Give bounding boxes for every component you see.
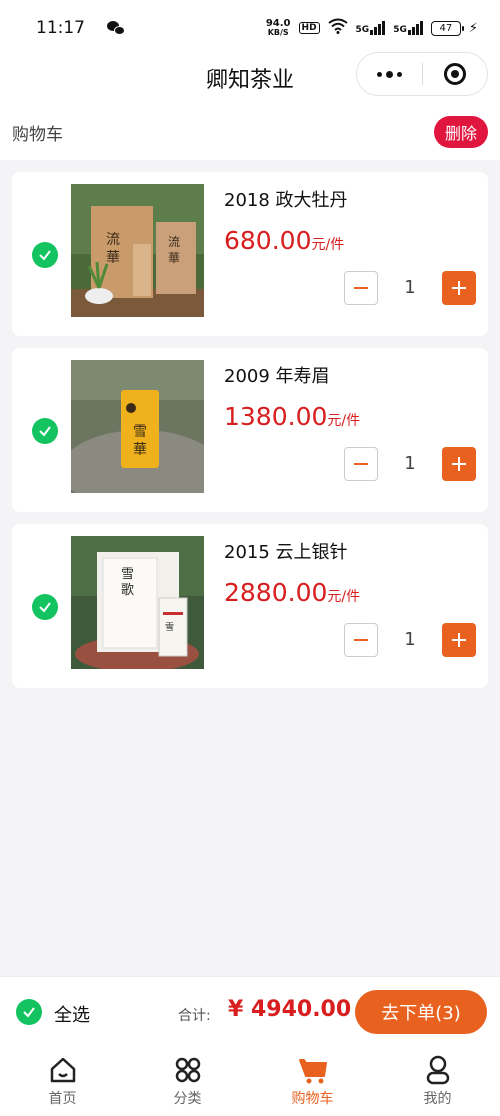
cart-item: 雪 歌 雪 2015 云上银针 2880.00元/件 1 — [12, 524, 488, 688]
product-name[interactable]: 2018 政大牡丹 — [224, 186, 348, 212]
cart-header: 购物车 删除 — [0, 104, 500, 160]
status-bar: 11:17 94.0 KB/S HD 5G 5G 47 ⚡ — [0, 0, 500, 56]
tab-label: 购物车 — [291, 1091, 334, 1107]
profile-icon — [426, 1055, 449, 1085]
tab-label: 分类 — [173, 1091, 202, 1107]
tab-cart[interactable]: 购物车 — [250, 1046, 375, 1116]
increase-button[interactable] — [442, 447, 476, 481]
cart-icon — [298, 1059, 327, 1084]
plus-icon — [458, 457, 460, 471]
mini-program-capsule — [356, 52, 488, 96]
place-order-button[interactable]: 去下单(3) — [355, 990, 487, 1034]
total-amount: ¥ 4940.00 — [228, 997, 352, 1022]
product-name[interactable]: 2009 年寿眉 — [224, 362, 330, 388]
svg-text:華: 華 — [106, 250, 120, 266]
plus-icon — [458, 633, 460, 647]
select-all-checkbox[interactable] — [16, 999, 42, 1025]
cart-item: 雪 華 2009 年寿眉 1380.00元/件 1 — [12, 348, 488, 512]
product-image[interactable]: 雪 華 — [71, 360, 204, 493]
network-speed: 94.0 KB/S — [265, 18, 291, 38]
svg-text:流: 流 — [106, 232, 120, 248]
item-checkbox[interactable] — [32, 594, 58, 620]
product-name[interactable]: 2015 云上银针 — [224, 538, 348, 564]
total-label: 合计: — [178, 1008, 211, 1024]
cart-item: 流 華 流 華 2018 政大牡丹 680.00元/件 1 — [12, 172, 488, 336]
item-checkbox[interactable] — [32, 242, 58, 268]
wifi-icon — [327, 18, 348, 38]
quantity-stepper: 1 — [344, 447, 476, 481]
increase-button[interactable] — [442, 271, 476, 305]
product-image[interactable]: 雪 歌 雪 — [71, 536, 204, 669]
category-icon — [175, 1057, 200, 1083]
tab-label: 首页 — [48, 1091, 77, 1107]
decrease-button[interactable] — [344, 271, 378, 305]
signal-icon: 5G — [393, 21, 423, 35]
product-price: 680.00元/件 — [224, 226, 345, 255]
wechat-icon — [107, 21, 125, 35]
product-image[interactable]: 流 華 流 華 — [71, 184, 204, 317]
increase-button[interactable] — [442, 623, 476, 657]
svg-text:雪: 雪 — [165, 622, 174, 633]
select-all-label[interactable]: 全选 — [54, 1001, 90, 1027]
quantity-value[interactable]: 1 — [378, 447, 442, 481]
check-icon — [39, 602, 51, 613]
minus-icon — [354, 639, 368, 641]
svg-text:華: 華 — [133, 442, 147, 458]
plus-icon — [458, 281, 460, 295]
tab-label: 我的 — [423, 1091, 452, 1107]
cart-header-label: 购物车 — [12, 124, 63, 145]
svg-text:雪: 雪 — [121, 567, 134, 582]
svg-text:歌: 歌 — [121, 583, 134, 598]
battery-icon: 47 — [430, 20, 464, 36]
svg-text:雪: 雪 — [133, 424, 147, 440]
quantity-value[interactable]: 1 — [378, 271, 442, 305]
status-time: 11:17 — [36, 18, 85, 38]
check-icon — [39, 250, 51, 261]
decrease-button[interactable] — [344, 447, 378, 481]
quantity-stepper: 1 — [344, 271, 476, 305]
checkout-bar: 全选 合计: ¥ 4940.00 去下单(3) — [0, 976, 500, 1046]
tab-profile[interactable]: 我的 — [375, 1046, 500, 1116]
minus-icon — [354, 463, 368, 465]
product-price: 2880.00元/件 — [224, 578, 361, 607]
minus-icon — [354, 287, 368, 289]
check-icon — [39, 426, 51, 437]
svg-text:流: 流 — [168, 235, 180, 249]
cart-list: 流 華 流 華 2018 政大牡丹 680.00元/件 1 雪 華 2009 年… — [12, 172, 488, 700]
close-target-icon[interactable] — [423, 52, 488, 96]
home-icon — [50, 1057, 75, 1083]
nav-bar: 卿知茶业 — [0, 52, 500, 104]
more-icon[interactable] — [357, 52, 422, 96]
check-icon — [23, 1007, 35, 1018]
tab-bar: 首页 分类 购物车 我的 — [0, 1046, 500, 1116]
product-price: 1380.00元/件 — [224, 402, 361, 431]
tab-home[interactable]: 首页 — [0, 1046, 125, 1116]
charging-icon: ⚡ — [468, 20, 478, 36]
signal-icon: 5G — [356, 21, 386, 35]
hd-icon: HD — [298, 22, 320, 34]
quantity-value[interactable]: 1 — [378, 623, 442, 657]
decrease-button[interactable] — [344, 623, 378, 657]
svg-text:華: 華 — [168, 251, 180, 265]
item-checkbox[interactable] — [32, 418, 58, 444]
tab-category[interactable]: 分类 — [125, 1046, 250, 1116]
quantity-stepper: 1 — [344, 623, 476, 657]
delete-button[interactable]: 删除 — [433, 116, 488, 148]
